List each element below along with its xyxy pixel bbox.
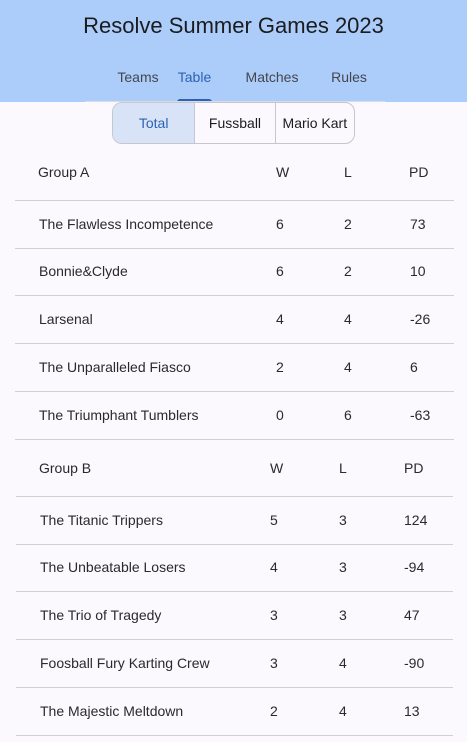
column-header-wins: W: [276, 164, 290, 180]
segment-fussball[interactable]: Fussball: [194, 103, 274, 143]
segment-mario-kart[interactable]: Mario Kart: [274, 103, 354, 143]
table-row[interactable]: Larsenal 4 4 -26: [15, 296, 454, 344]
table-row[interactable]: Foosball Fury Karting Crew 3 4 -90: [16, 640, 453, 688]
team-name: The Titanic Trippers: [40, 512, 163, 528]
wins-value: 6: [276, 263, 284, 279]
page-title: Resolve Summer Games 2023: [83, 13, 384, 38]
table-row[interactable]: The Titanic Trippers 5 3 124: [16, 496, 453, 545]
point-diff-value: -94: [404, 559, 425, 575]
losses-value: 4: [339, 655, 347, 671]
table-row[interactable]: The Unparalleled Fiasco 2 4 6: [15, 344, 454, 392]
losses-value: 3: [339, 607, 347, 623]
tab-table[interactable]: Table: [177, 62, 212, 102]
team-name: The Triumphant Tumblers: [39, 407, 199, 423]
team-name: Bonnie&Clyde: [39, 263, 128, 279]
losses-value: 4: [344, 311, 352, 327]
wins-value: 0: [276, 407, 284, 423]
losses-value: 3: [339, 512, 347, 528]
wins-value: 6: [276, 216, 284, 232]
tab-bar: Teams Table Matches Rules: [0, 62, 467, 102]
point-diff-value: -63: [410, 407, 431, 423]
table-row[interactable]: The Trio of Tragedy 3 3 47: [16, 592, 453, 640]
table-row[interactable]: The Triumphant Tumblers 0 6 -63: [15, 392, 454, 440]
table-row[interactable]: The Flawless Incompetence 6 2 73: [15, 200, 454, 249]
table-row[interactable]: The Unbeatable Losers 4 3 -94: [16, 544, 453, 592]
losses-value: 2: [344, 263, 352, 279]
team-name: The Flawless Incompetence: [39, 216, 214, 232]
wins-value: 2: [270, 703, 278, 719]
column-header-losses: L: [344, 164, 352, 180]
table-row[interactable]: Bonnie&Clyde 6 2 10: [15, 248, 454, 296]
point-diff-value: 6: [410, 359, 418, 375]
segment-total[interactable]: Total: [113, 103, 195, 143]
losses-value: 3: [339, 559, 347, 575]
team-name: The Unparalleled Fiasco: [39, 359, 191, 375]
tab-rules[interactable]: Rules: [328, 62, 370, 102]
wins-value: 5: [270, 512, 278, 528]
tab-teams[interactable]: Teams: [99, 62, 177, 102]
group-header-row: Group B W L PD: [16, 444, 453, 492]
point-diff-value: -90: [404, 655, 425, 671]
column-header-wins: W: [270, 460, 284, 476]
tab-matches[interactable]: Matches: [240, 62, 304, 102]
team-name: Larsenal: [39, 311, 93, 327]
losses-value: 4: [339, 703, 347, 719]
team-name: The Unbeatable Losers: [40, 559, 186, 575]
column-header-point-diff: PD: [409, 164, 429, 180]
table-row[interactable]: The Majestic Meltdown 2 4 13: [16, 688, 453, 736]
point-diff-value: 13: [404, 703, 420, 719]
wins-value: 3: [270, 655, 278, 671]
point-diff-value: 124: [404, 512, 428, 528]
point-diff-value: 73: [410, 216, 426, 232]
team-name: The Trio of Tragedy: [40, 607, 162, 623]
point-diff-value: -26: [410, 311, 431, 327]
wins-value: 2: [276, 359, 284, 375]
losses-value: 6: [344, 407, 352, 423]
losses-value: 2: [344, 216, 352, 232]
app-bar: Resolve Summer Games 2023 Teams Table Ma…: [0, 0, 467, 102]
point-diff-value: 10: [410, 263, 426, 279]
wins-value: 3: [270, 607, 278, 623]
game-filter-segmented-button: Total Fussball Mario Kart: [112, 102, 355, 144]
group-name: Group A: [38, 164, 90, 180]
group-header-row: Group A W L PD: [15, 148, 454, 196]
column-header-point-diff: PD: [404, 460, 424, 476]
losses-value: 4: [344, 359, 352, 375]
wins-value: 4: [270, 559, 278, 575]
wins-value: 4: [276, 311, 284, 327]
team-name: The Majestic Meltdown: [40, 703, 184, 719]
point-diff-value: 47: [404, 607, 420, 623]
group-name: Group B: [39, 460, 92, 476]
column-header-losses: L: [339, 460, 347, 476]
team-name: Foosball Fury Karting Crew: [40, 655, 210, 671]
